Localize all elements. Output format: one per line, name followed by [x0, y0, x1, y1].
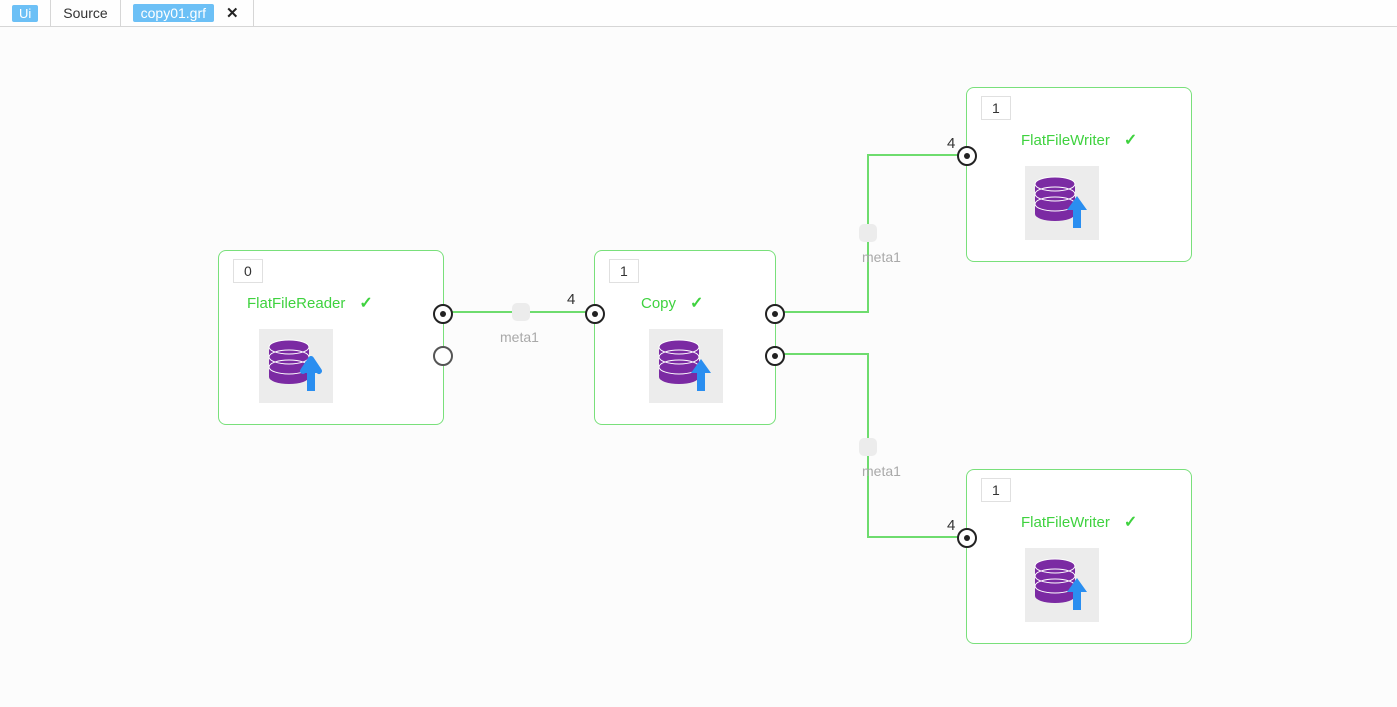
- database-upload-icon: [259, 329, 333, 403]
- node-title: FlatFileReader: [247, 295, 345, 312]
- output-port-1[interactable]: [433, 346, 453, 366]
- node-flatfilereader[interactable]: 0 FlatFileReader ✓: [218, 250, 444, 425]
- node-flatfilewriter-2[interactable]: 1 FlatFileWriter ✓: [966, 469, 1192, 644]
- node-copy[interactable]: 1 Copy ✓: [594, 250, 776, 425]
- node-title: FlatFileWriter: [1021, 514, 1110, 531]
- source-label: Source: [63, 5, 107, 21]
- output-port-0[interactable]: [765, 304, 785, 324]
- input-port-0[interactable]: [957, 146, 977, 166]
- node-phase-badge: 1: [609, 259, 639, 283]
- edge-handle[interactable]: [859, 438, 877, 456]
- output-port-0[interactable]: [433, 304, 453, 324]
- ui-badge: Ui: [12, 5, 38, 22]
- top-bar: Ui Source copy01.grf ✕: [0, 0, 1397, 27]
- edge-count: 4: [947, 135, 955, 152]
- edge-handle[interactable]: [512, 303, 530, 321]
- file-tab-label: copy01.grf: [133, 4, 214, 22]
- input-port-0[interactable]: [585, 304, 605, 324]
- node-title-row: Copy ✓: [641, 293, 703, 313]
- file-tab[interactable]: copy01.grf ✕: [121, 0, 254, 26]
- canvas[interactable]: 4 meta1 4 meta1 4 meta1 0 FlatFileReader…: [0, 27, 1397, 707]
- database-upload-icon: [1025, 166, 1099, 240]
- node-title: FlatFileWriter: [1021, 132, 1110, 149]
- node-phase-badge: 1: [981, 96, 1011, 120]
- node-flatfilewriter-1[interactable]: 1 FlatFileWriter ✓: [966, 87, 1192, 262]
- database-upload-icon: [1025, 548, 1099, 622]
- edge-count: 4: [567, 291, 575, 308]
- input-port-0[interactable]: [957, 528, 977, 548]
- node-title-row: FlatFileWriter ✓: [1021, 512, 1137, 532]
- edge-meta-label: meta1: [862, 249, 901, 265]
- node-phase-badge: 1: [981, 478, 1011, 502]
- output-port-1[interactable]: [765, 346, 785, 366]
- close-icon[interactable]: ✕: [224, 4, 241, 22]
- check-icon: ✓: [359, 293, 372, 313]
- node-title: Copy: [641, 295, 676, 312]
- node-title-row: FlatFileReader ✓: [247, 293, 373, 313]
- edge-meta-label: meta1: [500, 329, 539, 345]
- check-icon: ✓: [1124, 512, 1137, 532]
- node-phase-badge: 0: [233, 259, 263, 283]
- edge-count: 4: [947, 517, 955, 534]
- ui-tab[interactable]: Ui: [0, 0, 51, 26]
- check-icon: ✓: [1124, 130, 1137, 150]
- edge-handle[interactable]: [859, 224, 877, 242]
- source-tab[interactable]: Source: [51, 0, 120, 26]
- node-title-row: FlatFileWriter ✓: [1021, 130, 1137, 150]
- edge-meta-label: meta1: [862, 463, 901, 479]
- database-upload-icon: [649, 329, 723, 403]
- check-icon: ✓: [690, 293, 703, 313]
